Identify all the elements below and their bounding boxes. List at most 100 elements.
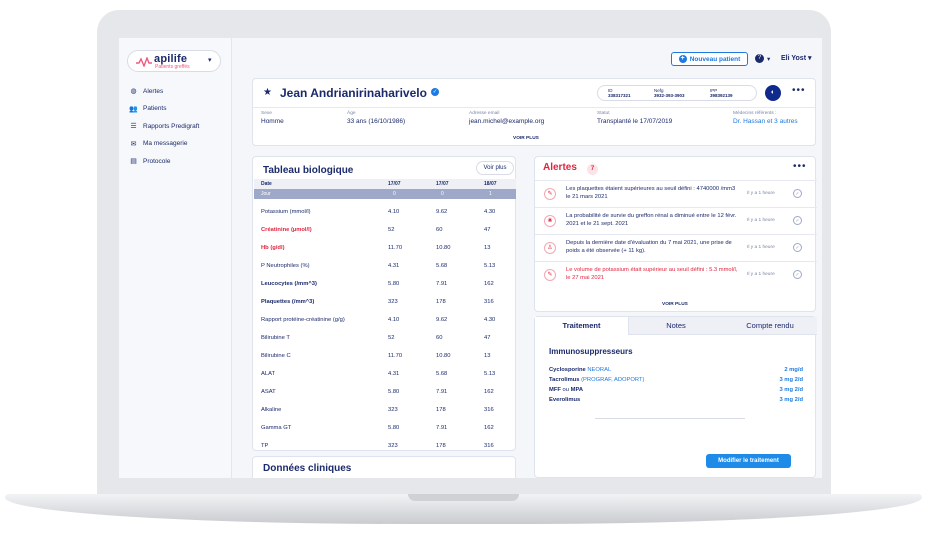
app-switcher[interactable]: apilife Patients greffés ▾: [127, 50, 221, 72]
user-menu[interactable]: Eli Yost ▾: [781, 54, 812, 62]
bio-row-value: 5.68: [436, 371, 448, 377]
bio-row-value: 7.91: [436, 389, 448, 395]
bio-header-date: 17/07: [436, 181, 449, 187]
bio-row-value: 178: [436, 407, 446, 413]
bio-row-value: 4.30: [484, 209, 496, 215]
bio-row-value: 5.80: [388, 425, 400, 431]
check-circle-icon[interactable]: ✓: [793, 270, 802, 279]
alerts-card: Alertes 7 ••• VOIR PLUS ✎ Les plaquettes …: [534, 156, 817, 312]
clinical-data-card: Données cliniques: [252, 456, 516, 478]
bio-row-value: 13: [484, 353, 491, 359]
sidebar-item-label: Ma messagerie: [143, 140, 188, 147]
alert-time: Il y a 1 heure: [747, 191, 775, 196]
check-circle-icon[interactable]: ✓: [793, 189, 802, 198]
patient-ipp: IPP 398392139: [710, 88, 733, 98]
bio-row-value: 323: [388, 443, 398, 449]
treatment-row: Cyclosporine NEORAL 2 mg/d: [549, 367, 803, 373]
check-circle-icon[interactable]: ✓: [793, 216, 802, 225]
bio-title: Tableau biologique: [263, 165, 354, 176]
chevron-down-icon: ▾: [208, 57, 212, 64]
field-sexe: Sexe Homme: [261, 111, 284, 125]
bio-row-value: 5.80: [388, 281, 400, 287]
bio-row-value: 60: [436, 335, 443, 341]
bio-row-label: ASAT: [261, 389, 276, 395]
bio-voir-plus-button[interactable]: Voir plus: [476, 161, 514, 175]
alerts-title: Alertes: [543, 162, 577, 173]
divider: [253, 107, 815, 108]
bio-row-value: 5.13: [484, 371, 496, 377]
sidebar-item-messagerie[interactable]: ✉ Ma messagerie: [129, 139, 229, 149]
patient-card: ★ Jean Andrianirinaharivelo ✓ ID 33831732…: [252, 78, 816, 146]
syringe-icon: ✎: [544, 188, 556, 200]
logo-subtitle: Patients greffés: [155, 64, 190, 70]
bio-row-value: 316: [484, 299, 494, 305]
patient-voir-plus-link[interactable]: VOIR PLUS: [513, 136, 539, 141]
treatment-card: Traitement Notes Compte rendu Immunosupp…: [534, 316, 817, 478]
laptop-screen: apilife Patients greffés ▾ ◍ Alertes 👥 P…: [119, 38, 822, 478]
bio-row-value: 316: [484, 443, 494, 449]
bio-row-label: Créatinine (µmol/l): [261, 227, 312, 233]
kidney-icon: ❀: [544, 215, 556, 227]
bio-jour-value: 0: [393, 191, 396, 197]
bio-row-label: Gamma GT: [261, 425, 292, 431]
bio-jour-label: Jour: [261, 191, 271, 197]
bio-header-date: 17/07: [388, 181, 401, 187]
bio-row-label: Bilirubine C: [261, 353, 291, 359]
treatment-section-title: Immunosuppresseurs: [549, 347, 633, 356]
sidebar-item-label: Rapports Predigraft: [143, 122, 200, 130]
patient-name: Jean Andrianirinaharivelo: [280, 86, 427, 100]
patient-nefg: Nefg 3932-393-3903: [654, 88, 685, 98]
sidebar-nav: ◍ Alertes 👥 Patients ☰ Rapports Predigra…: [129, 86, 229, 174]
chevron-down-icon: ▾: [807, 55, 812, 62]
bio-row-value: 5.13: [484, 263, 496, 269]
bio-row-value: 316: [484, 407, 494, 413]
tab-compte-rendu[interactable]: Compte rendu: [723, 317, 817, 335]
bio-row-value: 323: [388, 407, 398, 413]
treatment-row: Everolimus 3 mg 2/d: [549, 397, 803, 403]
bio-row-value: 4.31: [388, 263, 400, 269]
treatment-row: Tacrolimus (PROGRAF, ADOPORT) 3 mg 2/d: [549, 377, 803, 383]
message-button[interactable]: ◐: [765, 85, 781, 101]
new-patient-button[interactable]: + Nouveau patient: [671, 52, 748, 66]
alert-item[interactable]: ✎ Le volume de potassium était supérieur …: [535, 261, 817, 288]
bio-row-value: 7.91: [436, 281, 448, 287]
help-menu[interactable]: ? ▾: [755, 54, 770, 63]
tab-traitement[interactable]: Traitement: [535, 317, 629, 335]
check-circle-icon[interactable]: ✓: [793, 243, 802, 252]
bio-jour-value: 1: [489, 191, 492, 197]
bio-row-value: 10.80: [436, 353, 451, 359]
field-email: Adresse email jean.michel@example.org: [469, 111, 545, 125]
star-icon[interactable]: ★: [263, 87, 272, 98]
bio-jour-row: [254, 189, 516, 199]
sidebar-item-alertes[interactable]: ◍ Alertes: [129, 86, 229, 96]
clinical-data-title: Données cliniques: [263, 463, 352, 474]
bio-row-label: TP: [261, 443, 269, 449]
tab-notes[interactable]: Notes: [629, 317, 723, 335]
alerts-count-badge: 7: [587, 164, 598, 175]
field-medecins[interactable]: Médecins référents : Dr. Hassan et 3 autr…: [733, 111, 798, 125]
alert-time: Il y a 1 heure: [747, 245, 775, 250]
more-icon[interactable]: •••: [793, 161, 807, 172]
alert-item[interactable]: ❀ La probabilité de survie du greffon rén…: [535, 207, 817, 234]
more-icon[interactable]: •••: [792, 85, 806, 96]
field-statut: Statut Transplanté le 17/07/2019: [597, 111, 673, 125]
bio-row-value: 5.68: [436, 263, 448, 269]
sidebar-item-patients[interactable]: 👥 Patients: [129, 104, 229, 114]
syringe-icon: ✎: [544, 269, 556, 281]
patient-ids: ID 338317321 Nefg 3932-393-3903 IPP 3983921…: [597, 85, 757, 101]
alerts-voir-plus-link[interactable]: VOIR PLUS: [662, 302, 688, 307]
bio-row-value: 162: [484, 281, 494, 287]
sidebar-item-label: Protocole: [143, 157, 171, 165]
alert-item[interactable]: ♙ Depuis la dernière date d'évaluation du…: [535, 234, 817, 261]
field-age: Âge 33 ans (16/10/1986): [347, 111, 406, 125]
person-icon: ♙: [544, 242, 556, 254]
alert-item[interactable]: ✎ Les plaquettes étaient supérieures au s…: [535, 180, 817, 207]
bio-row-value: 4.30: [484, 317, 496, 323]
sidebar-item-protocole[interactable]: ▤ Protocole: [129, 156, 229, 166]
bio-row-value: 9.62: [436, 317, 448, 323]
bio-row-value: 11.70: [388, 353, 403, 359]
bio-row-value: 9.62: [436, 209, 448, 215]
alert-text: Les plaquettes étaient supérieures au se…: [566, 186, 736, 200]
sidebar-item-rapports[interactable]: ☰ Rapports Predigraft: [129, 121, 229, 131]
modify-treatment-button[interactable]: Modifier le traitement: [706, 454, 791, 468]
